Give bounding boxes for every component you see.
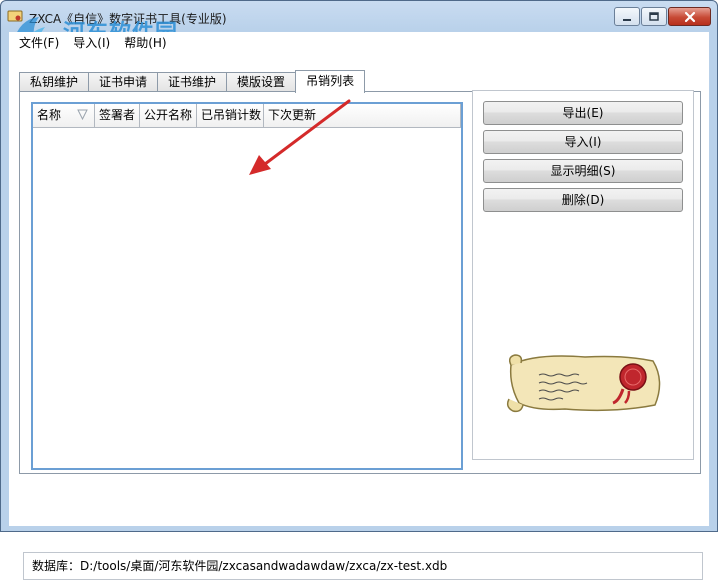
maximize-icon xyxy=(649,11,659,21)
certificate-scroll-icon xyxy=(506,354,661,413)
column-header-public-name[interactable]: 公开名称 xyxy=(140,104,197,128)
column-label: 名称 xyxy=(37,108,62,122)
tab-revocation-list[interactable]: 吊销列表 xyxy=(295,70,366,93)
column-header-signer[interactable]: 签署者 xyxy=(95,104,140,128)
show-details-button[interactable]: 显示明细(S) xyxy=(483,159,683,183)
app-window: ZXCA《自信》数字证书工具(专业版) 河东软件园 www.pc0359.cn … xyxy=(0,0,718,580)
tab-cert-maintain[interactable]: 证书维护 xyxy=(157,72,228,92)
close-button[interactable] xyxy=(668,7,711,26)
import-button[interactable]: 导入(I) xyxy=(483,130,683,154)
minimize-icon xyxy=(623,18,631,21)
sort-descending-icon xyxy=(77,109,88,120)
tab-private-key[interactable]: 私钥维护 xyxy=(19,72,90,92)
menu-import[interactable]: 导入(I) xyxy=(66,32,117,54)
tab-cert-request[interactable]: 证书申请 xyxy=(88,72,159,92)
tab-template[interactable]: 模版设置 xyxy=(226,72,297,92)
client-area: 文件(F) 导入(I) 帮助(H) 私钥维护 证书申请 证书维护 模版设置 吊销… xyxy=(9,32,709,580)
export-button[interactable]: 导出(E) xyxy=(483,101,683,125)
list-header: 名称 签署者 公开名称 已吊销计数 下次更新 xyxy=(33,104,461,128)
menu-bar: 文件(F) 导入(I) 帮助(H) xyxy=(9,32,709,54)
minimize-button[interactable] xyxy=(614,7,640,26)
close-icon xyxy=(684,11,695,22)
column-header-revoked-count[interactable]: 已吊销计数 xyxy=(197,104,264,128)
revocation-list-panel: 名称 签署者 公开名称 已吊销计数 下次更新 导出(E) 导入(I) 显示明细(… xyxy=(19,90,703,580)
actions-panel: 导出(E) 导入(I) 显示明细(S) 删除(D) xyxy=(472,90,694,460)
delete-button[interactable]: 删除(D) xyxy=(483,188,683,212)
status-bar: 数据库：D:/tools/桌面/河东软件园/zxcasandwadawdaw/z… xyxy=(23,552,703,580)
tab-strip: 私钥维护 证书申请 证书维护 模版设置 吊销列表 xyxy=(19,70,366,93)
menu-file[interactable]: 文件(F) xyxy=(9,32,66,54)
menu-help[interactable]: 帮助(H) xyxy=(117,32,173,54)
app-icon xyxy=(7,10,23,22)
title-bar[interactable]: ZXCA《自信》数字证书工具(专业版) 河东软件园 www.pc0359.cn xyxy=(1,1,717,57)
column-header-name[interactable]: 名称 xyxy=(33,104,95,128)
column-header-next-update[interactable]: 下次更新 xyxy=(264,104,461,128)
window-title: ZXCA《自信》数字证书工具(专业版) xyxy=(29,12,227,26)
revocation-list-view[interactable]: 名称 签署者 公开名称 已吊销计数 下次更新 xyxy=(31,102,463,470)
window-controls xyxy=(614,7,711,27)
maximize-button[interactable] xyxy=(641,7,667,26)
